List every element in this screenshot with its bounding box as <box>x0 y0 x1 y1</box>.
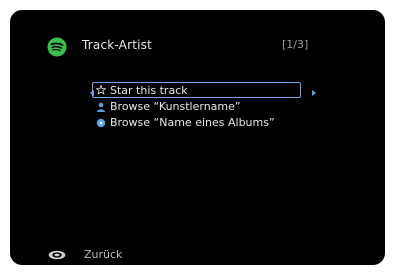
menu-item-label: Browse “Name eines Albums” <box>110 116 275 129</box>
disc-icon <box>96 117 106 128</box>
menu-item-label: Star this track <box>110 83 188 97</box>
option-menu: Star this track Browse “Kunstlername” Br… <box>92 82 301 131</box>
spotify-logo-icon <box>47 37 67 57</box>
return-button-icon[interactable] <box>48 250 66 260</box>
arrow-right-icon[interactable] <box>312 90 316 96</box>
back-label: Zurück <box>84 248 123 261</box>
menu-item-browse-artist[interactable]: Browse “Kunstlername” <box>96 99 301 114</box>
menu-item-label: Browse “Kunstlername” <box>110 100 241 113</box>
person-icon <box>96 101 106 112</box>
screen-title: Track-Artist <box>82 38 153 52</box>
screen: Track-Artist [1/3] Star this track Brows… <box>10 10 385 265</box>
page-indicator: [1/3] <box>282 38 309 51</box>
menu-item-star-track[interactable]: Star this track <box>92 82 301 98</box>
menu-item-browse-album[interactable]: Browse “Name eines Albums” <box>96 115 301 130</box>
star-icon <box>96 85 106 96</box>
